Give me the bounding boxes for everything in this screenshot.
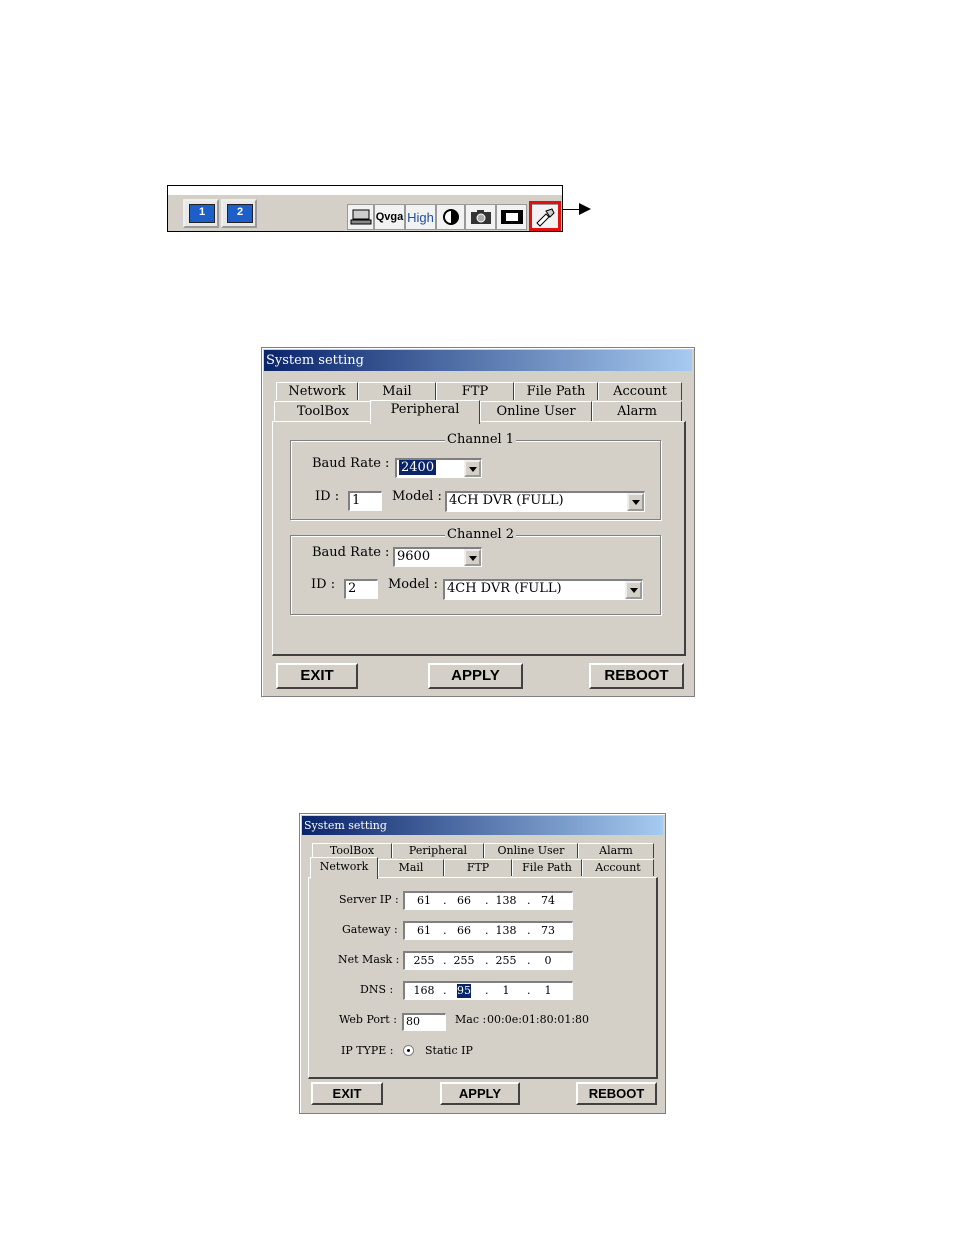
tab-network[interactable]: Network: [310, 857, 378, 879]
id-input-2[interactable]: 2: [344, 579, 378, 599]
dns-input[interactable]: 168. 95. 1. 1: [403, 981, 573, 1000]
baud-rate-combo-2[interactable]: 9600: [393, 547, 482, 567]
reboot-button[interactable]: REBOOT: [576, 1082, 657, 1105]
model-label: Model :: [388, 577, 438, 592]
tab-mail[interactable]: Mail: [358, 382, 436, 400]
tab-ftp[interactable]: FTP: [444, 859, 512, 876]
apply-button[interactable]: APPLY: [440, 1082, 520, 1105]
channel-2-title: Channel 2: [445, 527, 517, 542]
tab-toolbox[interactable]: ToolBox: [274, 401, 372, 421]
channel-2-group: Channel 2 Baud Rate : 9600 ID : 2 Model …: [290, 527, 661, 615]
camera-snapshot-icon[interactable]: [465, 204, 496, 230]
model-combo-2[interactable]: 4CH DVR (FULL): [443, 579, 643, 600]
high-quality-icon[interactable]: High: [405, 204, 436, 230]
qvga-icon[interactable]: Qvga: [374, 204, 405, 230]
chevron-down-icon[interactable]: [627, 493, 644, 511]
dialog-title: System setting: [264, 350, 692, 371]
tab-peripheral[interactable]: Peripheral: [392, 843, 484, 858]
web-port-label: Web Port :: [339, 1013, 397, 1026]
channel-1-button[interactable]: 1: [183, 199, 219, 228]
baud-rate-label: Baud Rate :: [312, 545, 390, 560]
tab-account[interactable]: Account: [582, 859, 654, 876]
ip-type-label: IP TYPE :: [341, 1044, 394, 1057]
system-setting-dialog-peripheral: System setting Network Mail FTP File Pat…: [261, 347, 695, 697]
id-label: ID :: [315, 489, 340, 504]
model-combo-1[interactable]: 4CH DVR (FULL): [445, 491, 645, 512]
pointer-arrow-head: [579, 203, 591, 215]
peripheral-panel: Channel 1 Baud Rate : 2400 ID : 1 Model …: [272, 421, 686, 656]
tab-network[interactable]: Network: [276, 382, 358, 400]
toolbar: 1 2 Qvga High: [167, 185, 563, 232]
id-label: ID :: [311, 577, 336, 592]
model-label: Model :: [392, 489, 442, 504]
static-ip-radio[interactable]: [403, 1045, 414, 1056]
net-mask-input[interactable]: 255. 255. 255. 0: [403, 951, 573, 970]
contrast-icon[interactable]: [436, 204, 465, 230]
network-drive-icon[interactable]: [347, 204, 374, 230]
chevron-down-icon[interactable]: [464, 549, 481, 566]
server-ip-label: Server IP :: [339, 893, 399, 906]
tab-file-path[interactable]: File Path: [514, 382, 598, 400]
exit-button[interactable]: EXIT: [311, 1082, 383, 1105]
monitor-1-icon: 1: [189, 204, 215, 223]
channel-1-title: Channel 1: [445, 432, 517, 447]
apply-button[interactable]: APPLY: [428, 663, 523, 689]
channel-2-button[interactable]: 2: [221, 199, 257, 228]
network-panel: Server IP : 61. 66. 138. 74 Gateway : 61…: [308, 877, 658, 1079]
channel-1-group: Channel 1 Baud Rate : 2400 ID : 1 Model …: [290, 432, 661, 520]
system-setting-dialog-network: System setting ToolBox Peripheral Online…: [299, 813, 666, 1114]
id-input-1[interactable]: 1: [348, 491, 382, 511]
tab-online-user[interactable]: Online User: [484, 843, 578, 858]
reboot-button[interactable]: REBOOT: [589, 663, 684, 689]
tab-alarm[interactable]: Alarm: [578, 843, 654, 858]
exit-button[interactable]: EXIT: [276, 663, 358, 689]
net-mask-label: Net Mask :: [338, 953, 400, 966]
film-record-icon[interactable]: [496, 204, 527, 230]
tab-peripheral[interactable]: Peripheral: [370, 400, 480, 424]
tab-alarm[interactable]: Alarm: [592, 401, 682, 421]
gateway-input[interactable]: 61. 66. 138. 73: [403, 921, 573, 940]
tab-account[interactable]: Account: [598, 382, 682, 400]
chevron-down-icon[interactable]: [464, 460, 481, 477]
mac-value: 00:0e:01:80:01:80: [487, 1013, 590, 1026]
dns-label: DNS :: [360, 983, 394, 996]
baud-rate-combo-1[interactable]: 2400: [395, 458, 482, 478]
static-ip-label: Static IP: [425, 1044, 473, 1057]
tab-file-path[interactable]: File Path: [512, 859, 582, 876]
monitor-2-icon: 2: [227, 204, 253, 223]
tab-ftp[interactable]: FTP: [436, 382, 514, 400]
tab-online-user[interactable]: Online User: [480, 401, 592, 421]
web-port-input[interactable]: 80: [402, 1013, 446, 1031]
settings-highlight-box: [529, 201, 561, 231]
chevron-down-icon[interactable]: [625, 581, 642, 599]
gateway-label: Gateway :: [342, 923, 398, 936]
mac-label: Mac :: [455, 1013, 487, 1026]
tab-mail[interactable]: Mail: [378, 859, 444, 876]
tab-toolbox[interactable]: ToolBox: [312, 843, 392, 858]
dialog-title: System setting: [302, 816, 663, 835]
baud-rate-label: Baud Rate :: [312, 456, 390, 471]
server-ip-input[interactable]: 61. 66. 138. 74: [403, 891, 573, 910]
